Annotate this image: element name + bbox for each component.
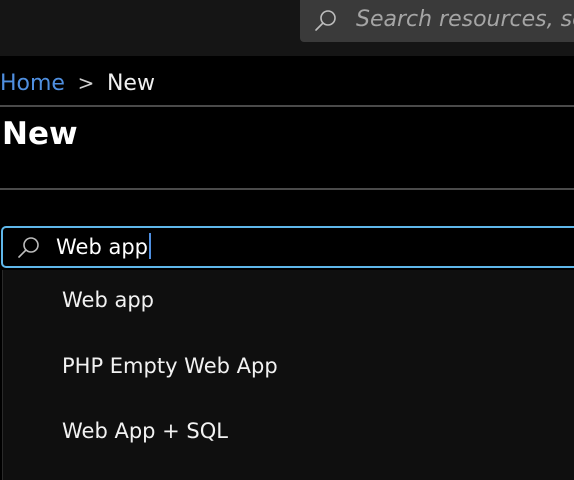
- search-icon: [314, 8, 338, 32]
- portal-root: Search resources, ser Home > New New Web…: [0, 0, 574, 480]
- breadcrumb-home-link[interactable]: Home: [0, 71, 65, 96]
- breadcrumb-current: New: [106, 70, 155, 96]
- breadcrumb-separator: >: [77, 71, 95, 95]
- suggestion-web-app[interactable]: Web app: [62, 288, 154, 312]
- search-input-text: Web app: [56, 235, 148, 259]
- search-icon: [17, 235, 41, 259]
- marketplace-search-input[interactable]: Web app: [1, 226, 574, 268]
- page-title: New: [2, 116, 78, 152]
- top-bar: Search resources, ser: [0, 0, 574, 56]
- global-search-placeholder: Search resources, ser: [356, 7, 574, 32]
- text-caret: [149, 233, 151, 259]
- global-search-box[interactable]: Search resources, ser: [300, 0, 574, 42]
- search-input-value: Web app: [56, 233, 151, 259]
- breadcrumb: Home > New: [0, 66, 155, 100]
- suggestion-php-empty-web-app[interactable]: PHP Empty Web App: [62, 354, 278, 378]
- search-suggestions-dropdown: Web app PHP Empty Web App Web App + SQL: [2, 270, 574, 480]
- title-divider: [0, 188, 574, 190]
- header-divider: [0, 105, 574, 107]
- suggestion-web-app-sql[interactable]: Web App + SQL: [62, 419, 228, 443]
